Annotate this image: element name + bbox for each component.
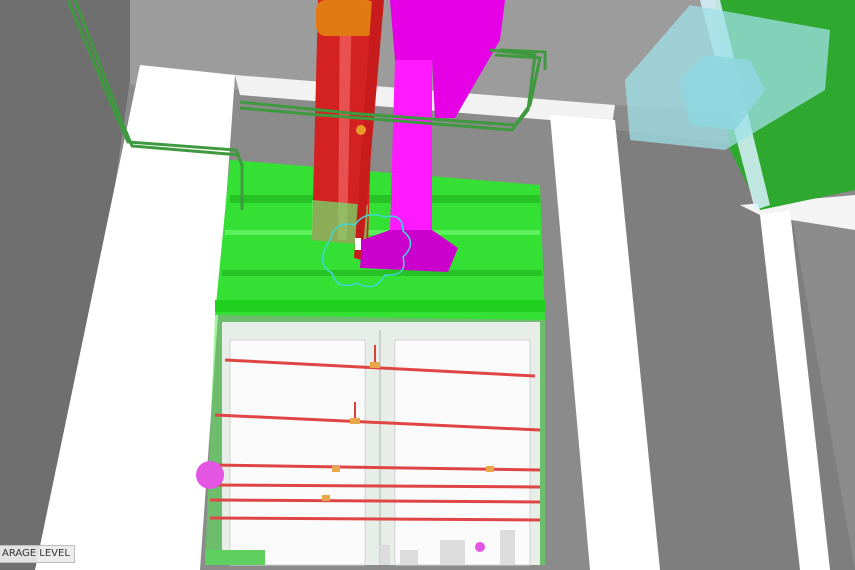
level-label: ARAGE LEVEL	[0, 545, 75, 563]
pipe-valve	[356, 125, 366, 135]
green-floor-equipment	[205, 550, 265, 565]
green-band-3	[222, 270, 542, 276]
sprinkler-line-6	[209, 516, 541, 522]
3d-model-viewport[interactable]: ARAGE LEVEL	[0, 0, 855, 570]
magenta-duct-vertical	[390, 60, 432, 230]
green-band-1	[230, 195, 540, 203]
magenta-duct-end	[196, 461, 224, 489]
sprinkler-line-4	[209, 483, 541, 489]
sprinkler-line-5	[209, 498, 541, 504]
door-left-leaf	[229, 339, 366, 566]
sprinkler-tag	[355, 238, 361, 250]
orange-pipe-coupling	[316, 0, 376, 36]
magenta-fitting-small	[475, 542, 485, 552]
green-band-4	[215, 300, 545, 312]
scene-canvas[interactable]	[0, 0, 855, 570]
